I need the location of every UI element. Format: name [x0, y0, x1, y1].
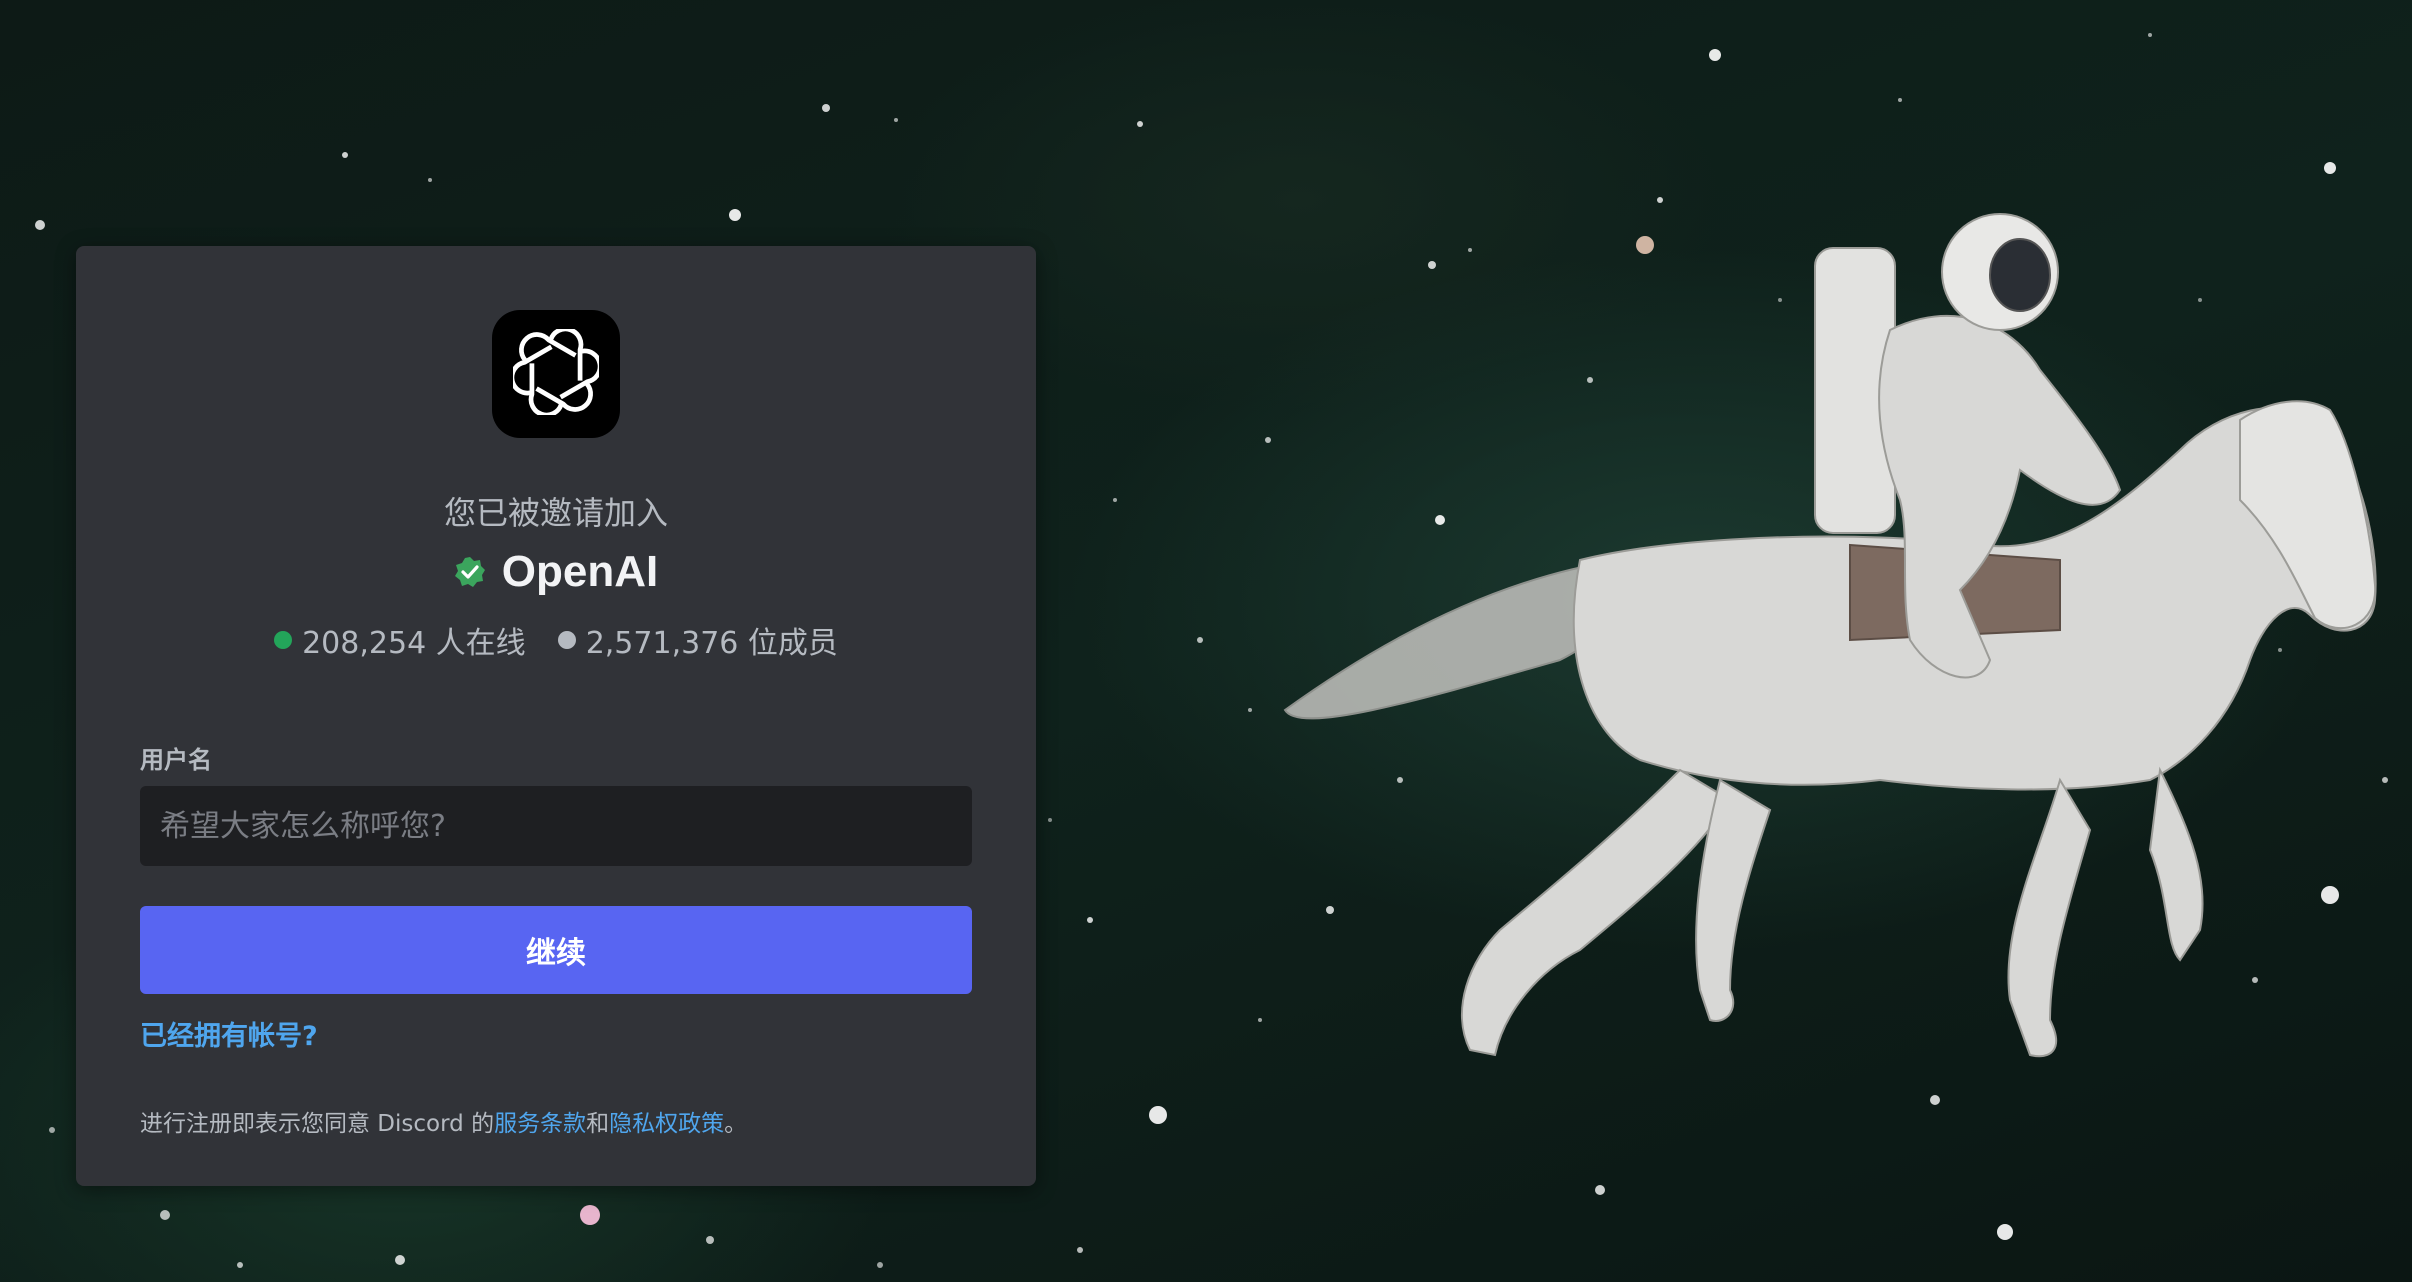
terms-of-service-link[interactable]: 服务条款: [494, 1111, 586, 1137]
terms-conjunction: 和: [586, 1111, 610, 1137]
terms-suffix: 。: [724, 1111, 748, 1137]
online-stat: 208,254 人在线: [274, 618, 526, 662]
invite-heading: 您已被邀请加入: [443, 494, 668, 532]
server-title-row: OpenAI: [76, 542, 1036, 602]
invite-card: 您已被邀请加入 OpenAI 208,254 人在线 2,571,376 位成员…: [76, 246, 1036, 1186]
terms-notice: 进行注册即表示您同意 Discord 的服务条款和隐私权政策。: [140, 1104, 747, 1138]
have-account-link[interactable]: 已经拥有帐号?: [140, 1014, 318, 1053]
username-input[interactable]: [140, 786, 972, 866]
member-stat: 2,571,376 位成员: [557, 618, 838, 662]
verified-check-icon: [454, 556, 486, 588]
privacy-policy-link[interactable]: 隐私权政策: [609, 1111, 724, 1137]
member-count: 2,571,376 位成员: [585, 626, 838, 661]
continue-button[interactable]: 继续: [140, 906, 972, 994]
username-label: 用户名: [140, 746, 212, 774]
terms-prefix: 进行注册即表示您同意 Discord 的: [140, 1111, 495, 1137]
server-stats: 208,254 人在线 2,571,376 位成员: [76, 618, 1036, 662]
server-name: OpenAI: [501, 547, 659, 596]
online-count: 208,254 人在线: [302, 626, 526, 661]
member-status-icon: [557, 631, 576, 649]
online-status-icon: [274, 631, 293, 649]
openai-logo-icon: [509, 326, 603, 419]
server-logo: [492, 310, 620, 438]
